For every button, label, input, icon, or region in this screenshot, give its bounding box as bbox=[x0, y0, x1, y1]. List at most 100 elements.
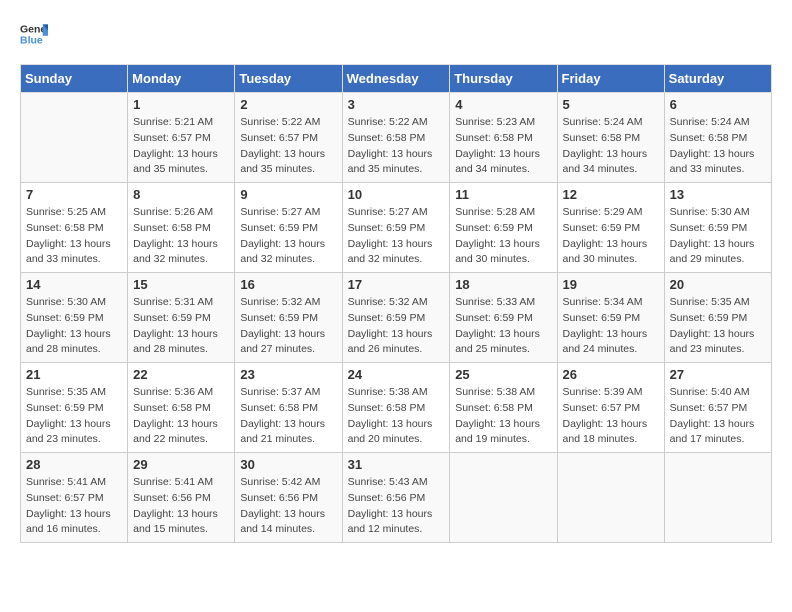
calendar-cell: 10 Sunrise: 5:27 AM Sunset: 6:59 PM Dayli… bbox=[342, 183, 450, 273]
day-number: 18 bbox=[455, 277, 551, 292]
day-number: 1 bbox=[133, 97, 229, 112]
weekday-header-friday: Friday bbox=[557, 65, 664, 93]
calendar-cell bbox=[664, 453, 771, 543]
day-info: Sunrise: 5:27 AM Sunset: 6:59 PM Dayligh… bbox=[348, 205, 445, 268]
weekday-header-monday: Monday bbox=[128, 65, 235, 93]
day-number: 30 bbox=[240, 457, 336, 472]
day-number: 17 bbox=[348, 277, 445, 292]
day-number: 4 bbox=[455, 97, 551, 112]
calendar-cell: 25 Sunrise: 5:38 AM Sunset: 6:58 PM Dayli… bbox=[450, 363, 557, 453]
day-number: 11 bbox=[455, 187, 551, 202]
calendar-cell: 22 Sunrise: 5:36 AM Sunset: 6:58 PM Dayli… bbox=[128, 363, 235, 453]
calendar-cell: 15 Sunrise: 5:31 AM Sunset: 6:59 PM Dayli… bbox=[128, 273, 235, 363]
day-number: 9 bbox=[240, 187, 336, 202]
weekday-header-tuesday: Tuesday bbox=[235, 65, 342, 93]
day-info: Sunrise: 5:40 AM Sunset: 6:57 PM Dayligh… bbox=[670, 385, 766, 448]
day-number: 22 bbox=[133, 367, 229, 382]
day-number: 28 bbox=[26, 457, 122, 472]
calendar-cell: 29 Sunrise: 5:41 AM Sunset: 6:56 PM Dayli… bbox=[128, 453, 235, 543]
day-info: Sunrise: 5:31 AM Sunset: 6:59 PM Dayligh… bbox=[133, 295, 229, 358]
week-row-1: 1Sunrise: 5:21 AM Sunset: 6:57 PM Daylig… bbox=[21, 93, 772, 183]
day-number: 15 bbox=[133, 277, 229, 292]
day-info: Sunrise: 5:26 AM Sunset: 6:58 PM Dayligh… bbox=[133, 205, 229, 268]
day-info: Sunrise: 5:43 AM Sunset: 6:56 PM Dayligh… bbox=[348, 475, 445, 538]
day-number: 24 bbox=[348, 367, 445, 382]
calendar-cell: 3Sunrise: 5:22 AM Sunset: 6:58 PM Daylig… bbox=[342, 93, 450, 183]
day-info: Sunrise: 5:30 AM Sunset: 6:59 PM Dayligh… bbox=[670, 205, 766, 268]
calendar-cell: 20 Sunrise: 5:35 AM Sunset: 6:59 PM Dayli… bbox=[664, 273, 771, 363]
calendar-cell: 7Sunrise: 5:25 AM Sunset: 6:58 PM Daylig… bbox=[21, 183, 128, 273]
week-row-4: 21 Sunrise: 5:35 AM Sunset: 6:59 PM Dayli… bbox=[21, 363, 772, 453]
day-number: 14 bbox=[26, 277, 122, 292]
day-number: 6 bbox=[670, 97, 766, 112]
calendar-cell: 12Sunrise: 5:29 AM Sunset: 6:59 PM Dayli… bbox=[557, 183, 664, 273]
day-info: Sunrise: 5:35 AM Sunset: 6:59 PM Dayligh… bbox=[26, 385, 122, 448]
day-number: 31 bbox=[348, 457, 445, 472]
calendar-cell: 19 Sunrise: 5:34 AM Sunset: 6:59 PM Dayli… bbox=[557, 273, 664, 363]
calendar-cell: 28 Sunrise: 5:41 AM Sunset: 6:57 PM Dayli… bbox=[21, 453, 128, 543]
day-info: Sunrise: 5:22 AM Sunset: 6:57 PM Dayligh… bbox=[240, 115, 336, 178]
weekday-header-wednesday: Wednesday bbox=[342, 65, 450, 93]
calendar-cell: 8 Sunrise: 5:26 AM Sunset: 6:58 PM Daylig… bbox=[128, 183, 235, 273]
day-info: Sunrise: 5:42 AM Sunset: 6:56 PM Dayligh… bbox=[240, 475, 336, 538]
day-number: 3 bbox=[348, 97, 445, 112]
day-number: 27 bbox=[670, 367, 766, 382]
calendar-cell: 9 Sunrise: 5:27 AM Sunset: 6:59 PM Daylig… bbox=[235, 183, 342, 273]
calendar-cell: 27 Sunrise: 5:40 AM Sunset: 6:57 PM Dayli… bbox=[664, 363, 771, 453]
calendar-cell: 31 Sunrise: 5:43 AM Sunset: 6:56 PM Dayli… bbox=[342, 453, 450, 543]
calendar-cell: 6Sunrise: 5:24 AM Sunset: 6:58 PM Daylig… bbox=[664, 93, 771, 183]
day-info: Sunrise: 5:27 AM Sunset: 6:59 PM Dayligh… bbox=[240, 205, 336, 268]
logo-icon: General Blue bbox=[20, 20, 48, 48]
day-info: Sunrise: 5:34 AM Sunset: 6:59 PM Dayligh… bbox=[563, 295, 659, 358]
day-number: 26 bbox=[563, 367, 659, 382]
day-number: 20 bbox=[670, 277, 766, 292]
calendar-cell: 1Sunrise: 5:21 AM Sunset: 6:57 PM Daylig… bbox=[128, 93, 235, 183]
calendar-cell: 14Sunrise: 5:30 AM Sunset: 6:59 PM Dayli… bbox=[21, 273, 128, 363]
day-number: 19 bbox=[563, 277, 659, 292]
svg-text:Blue: Blue bbox=[20, 35, 43, 47]
day-number: 29 bbox=[133, 457, 229, 472]
calendar-cell bbox=[450, 453, 557, 543]
calendar-cell: 26 Sunrise: 5:39 AM Sunset: 6:57 PM Dayli… bbox=[557, 363, 664, 453]
weekday-header-saturday: Saturday bbox=[664, 65, 771, 93]
day-info: Sunrise: 5:38 AM Sunset: 6:58 PM Dayligh… bbox=[455, 385, 551, 448]
day-number: 8 bbox=[133, 187, 229, 202]
page-header: General Blue bbox=[20, 20, 772, 48]
weekday-header-sunday: Sunday bbox=[21, 65, 128, 93]
calendar-table: SundayMondayTuesdayWednesdayThursdayFrid… bbox=[20, 64, 772, 543]
day-number: 5 bbox=[563, 97, 659, 112]
calendar-cell: 23 Sunrise: 5:37 AM Sunset: 6:58 PM Dayli… bbox=[235, 363, 342, 453]
day-number: 13 bbox=[670, 187, 766, 202]
day-number: 21 bbox=[26, 367, 122, 382]
calendar-cell: 2 Sunrise: 5:22 AM Sunset: 6:57 PM Daylig… bbox=[235, 93, 342, 183]
day-info: Sunrise: 5:41 AM Sunset: 6:57 PM Dayligh… bbox=[26, 475, 122, 538]
week-row-2: 7Sunrise: 5:25 AM Sunset: 6:58 PM Daylig… bbox=[21, 183, 772, 273]
day-number: 23 bbox=[240, 367, 336, 382]
calendar-cell: 11Sunrise: 5:28 AM Sunset: 6:59 PM Dayli… bbox=[450, 183, 557, 273]
day-info: Sunrise: 5:33 AM Sunset: 6:59 PM Dayligh… bbox=[455, 295, 551, 358]
day-info: Sunrise: 5:25 AM Sunset: 6:58 PM Dayligh… bbox=[26, 205, 122, 268]
calendar-cell: 16 Sunrise: 5:32 AM Sunset: 6:59 PM Dayli… bbox=[235, 273, 342, 363]
day-info: Sunrise: 5:36 AM Sunset: 6:58 PM Dayligh… bbox=[133, 385, 229, 448]
day-number: 2 bbox=[240, 97, 336, 112]
week-row-5: 28 Sunrise: 5:41 AM Sunset: 6:57 PM Dayli… bbox=[21, 453, 772, 543]
calendar-cell: 21 Sunrise: 5:35 AM Sunset: 6:59 PM Dayli… bbox=[21, 363, 128, 453]
calendar-cell: 18 Sunrise: 5:33 AM Sunset: 6:59 PM Dayli… bbox=[450, 273, 557, 363]
day-info: Sunrise: 5:24 AM Sunset: 6:58 PM Dayligh… bbox=[563, 115, 659, 178]
day-info: Sunrise: 5:32 AM Sunset: 6:59 PM Dayligh… bbox=[240, 295, 336, 358]
day-info: Sunrise: 5:38 AM Sunset: 6:58 PM Dayligh… bbox=[348, 385, 445, 448]
day-number: 10 bbox=[348, 187, 445, 202]
calendar-cell: 13 Sunrise: 5:30 AM Sunset: 6:59 PM Dayli… bbox=[664, 183, 771, 273]
day-info: Sunrise: 5:37 AM Sunset: 6:58 PM Dayligh… bbox=[240, 385, 336, 448]
day-info: Sunrise: 5:32 AM Sunset: 6:59 PM Dayligh… bbox=[348, 295, 445, 358]
week-row-3: 14Sunrise: 5:30 AM Sunset: 6:59 PM Dayli… bbox=[21, 273, 772, 363]
day-number: 25 bbox=[455, 367, 551, 382]
day-number: 16 bbox=[240, 277, 336, 292]
day-info: Sunrise: 5:35 AM Sunset: 6:59 PM Dayligh… bbox=[670, 295, 766, 358]
day-info: Sunrise: 5:29 AM Sunset: 6:59 PM Dayligh… bbox=[563, 205, 659, 268]
day-info: Sunrise: 5:23 AM Sunset: 6:58 PM Dayligh… bbox=[455, 115, 551, 178]
day-info: Sunrise: 5:39 AM Sunset: 6:57 PM Dayligh… bbox=[563, 385, 659, 448]
logo: General Blue bbox=[20, 20, 52, 48]
day-info: Sunrise: 5:41 AM Sunset: 6:56 PM Dayligh… bbox=[133, 475, 229, 538]
calendar-cell bbox=[21, 93, 128, 183]
